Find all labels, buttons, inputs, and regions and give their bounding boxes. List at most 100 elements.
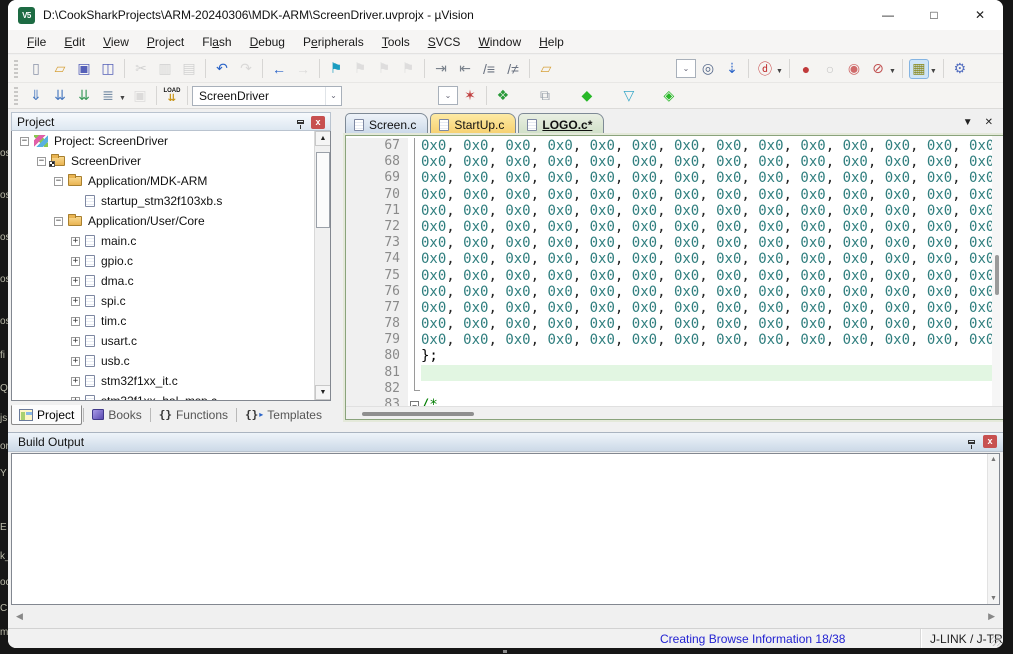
tree-expander[interactable]: + (71, 257, 80, 266)
minimize-button[interactable]: — (865, 0, 911, 30)
previous-bookmark-icon[interactable]: ⚑ (374, 59, 394, 79)
scroll-left-icon[interactable]: ◀ (16, 611, 23, 622)
multi-project-icon[interactable]: ◈ (659, 86, 679, 106)
fold-margin[interactable] (408, 300, 421, 316)
panel-tab-templates[interactable]: {}▸Templates (238, 406, 329, 424)
kill-breakpoints-icon[interactable]: ⊘ (868, 59, 888, 79)
fold-margin[interactable] (408, 251, 421, 267)
menu-item-view[interactable]: View (94, 32, 138, 52)
menu-item-window[interactable]: Window (469, 32, 530, 52)
scroll-down-icon[interactable]: ▼ (315, 385, 331, 400)
pin-icon[interactable] (297, 120, 304, 124)
editor-tab-logoc[interactable]: LOGO.c* (518, 113, 604, 135)
editor-tab-screenc[interactable]: Screen.c (345, 113, 428, 135)
editor-vscroll-thumb[interactable] (995, 255, 999, 295)
navigate-forward-icon[interactable]: → (293, 59, 313, 79)
tree-expander[interactable]: + (71, 377, 80, 386)
find-in-files-icon[interactable]: ▱ (536, 59, 556, 79)
translate-icon[interactable]: ⇓ (26, 86, 46, 106)
navigate-back-icon[interactable]: ← (269, 59, 289, 79)
fold-margin[interactable] (408, 284, 421, 300)
scroll-up-icon[interactable]: ▲ (315, 131, 331, 146)
insert-bookmark-icon[interactable]: ⚑ (326, 59, 346, 79)
fold-margin[interactable] (408, 316, 421, 332)
find-in-document-icon[interactable]: ◎ (698, 59, 718, 79)
dropdown-arrow-icon[interactable]: ▼ (119, 95, 126, 102)
code-editor[interactable]: 670x0, 0x0, 0x0, 0x0, 0x0, 0x0, 0x0, 0x0… (345, 135, 1003, 420)
indent-icon[interactable]: ⇥ (431, 59, 451, 79)
fold-margin[interactable]: − (408, 397, 421, 406)
menu-item-flash[interactable]: Flash (193, 32, 240, 52)
build-output-close-icon[interactable]: x (983, 435, 997, 448)
manage-rte-icon[interactable]: ❖ (493, 86, 513, 106)
editor-tab-startupc[interactable]: StartUp.c (430, 113, 516, 135)
tree-item[interactable]: +usb.c (12, 351, 330, 371)
fold-margin[interactable] (408, 268, 421, 284)
fold-margin[interactable] (408, 154, 421, 170)
options-for-target-icon[interactable]: ✶ (460, 86, 480, 106)
fold-margin[interactable] (408, 138, 421, 154)
insert-breakpoint-icon[interactable]: ● (796, 59, 816, 79)
panel-tab-books[interactable]: Books (85, 406, 148, 424)
tree-expander[interactable]: − (54, 177, 63, 186)
tree-expander[interactable]: + (71, 397, 80, 402)
windows-stack-icon[interactable]: ⧉ (535, 86, 555, 106)
build-output-hscrollbar[interactable]: ◀ ▶ (11, 607, 1000, 625)
menu-item-peripherals[interactable]: Peripherals (294, 32, 373, 52)
build-output-pin-icon[interactable] (968, 440, 975, 444)
editor-vscrollbar[interactable] (992, 136, 1003, 406)
tree-item[interactable]: +tim.c (12, 311, 330, 331)
tree-expander[interactable]: + (71, 237, 80, 246)
open-file-icon[interactable]: ▱ (50, 59, 70, 79)
toolbar-grip[interactable] (14, 87, 18, 105)
panel-tab-project[interactable]: Project (11, 405, 82, 425)
menu-item-tools[interactable]: Tools (373, 32, 419, 52)
tree-expander[interactable]: + (71, 357, 80, 366)
window-layout-icon[interactable]: ▦ (909, 59, 929, 79)
tree-item[interactable]: +dma.c (12, 271, 330, 291)
build-output-vscrollbar[interactable]: ▲ ▼ (987, 454, 999, 604)
tree-item[interactable]: +usart.c (12, 331, 330, 351)
build-output-content[interactable]: ▲ ▼ (11, 453, 1000, 605)
comment-icon[interactable]: /≡ (479, 59, 499, 79)
undo-icon[interactable]: ↶ (212, 59, 232, 79)
cut-icon[interactable]: ✂ (131, 59, 151, 79)
fold-margin[interactable] (408, 348, 421, 364)
tree-expander[interactable]: − (20, 137, 29, 146)
stop-build-icon[interactable]: ▣ (130, 86, 150, 106)
fold-margin[interactable] (408, 203, 421, 219)
tree-item[interactable]: +gpio.c (12, 251, 330, 271)
fold-margin[interactable] (408, 235, 421, 251)
tree-item[interactable]: startup_stm32f103xb.s (12, 191, 330, 211)
new-file-icon[interactable]: ▯ (26, 59, 46, 79)
uncomment-icon[interactable]: /≠ (503, 59, 523, 79)
editor-hscrollbar[interactable] (346, 406, 1003, 419)
project-panel-close-icon[interactable]: x (311, 116, 325, 129)
tree-expander[interactable]: + (71, 317, 80, 326)
menu-item-debug[interactable]: Debug (241, 32, 294, 52)
rebuild-icon[interactable]: ⇊ (74, 86, 94, 106)
build-icon[interactable]: ⇊ (50, 86, 70, 106)
menu-item-help[interactable]: Help (530, 32, 573, 52)
dropdown-arrow-icon[interactable]: ▼ (930, 68, 937, 75)
fold-margin[interactable] (408, 381, 421, 397)
scrollbar-thumb[interactable] (316, 152, 330, 228)
copy-icon[interactable]: ▥ (155, 59, 175, 79)
tree-expander[interactable]: + (71, 297, 80, 306)
target-select-combobox[interactable]: ScreenDriver⌄ (192, 86, 342, 106)
fold-margin[interactable] (408, 365, 421, 381)
redo-icon[interactable]: ↷ (236, 59, 256, 79)
menu-item-svcs[interactable]: SVCS (419, 32, 470, 52)
project-tree-scrollbar[interactable]: ▲ ▼ (314, 131, 330, 400)
scroll-right-icon[interactable]: ▶ (988, 611, 995, 622)
dropdown-arrow-icon[interactable]: ▼ (889, 68, 896, 75)
file-extensions-icon[interactable]: ▽ (619, 86, 639, 106)
scroll-down-icon[interactable]: ▼ (990, 595, 997, 602)
tree-expander[interactable]: + (71, 337, 80, 346)
tree-item[interactable]: −Application/MDK-ARM (12, 171, 330, 191)
tree-item[interactable]: −Project: ScreenDriver (12, 131, 330, 151)
tree-item[interactable]: +stm32f1xx_hal_msp.c (12, 391, 330, 401)
menu-item-file[interactable]: File (18, 32, 55, 52)
tree-expander[interactable]: − (54, 217, 63, 226)
fold-margin[interactable] (408, 332, 421, 348)
